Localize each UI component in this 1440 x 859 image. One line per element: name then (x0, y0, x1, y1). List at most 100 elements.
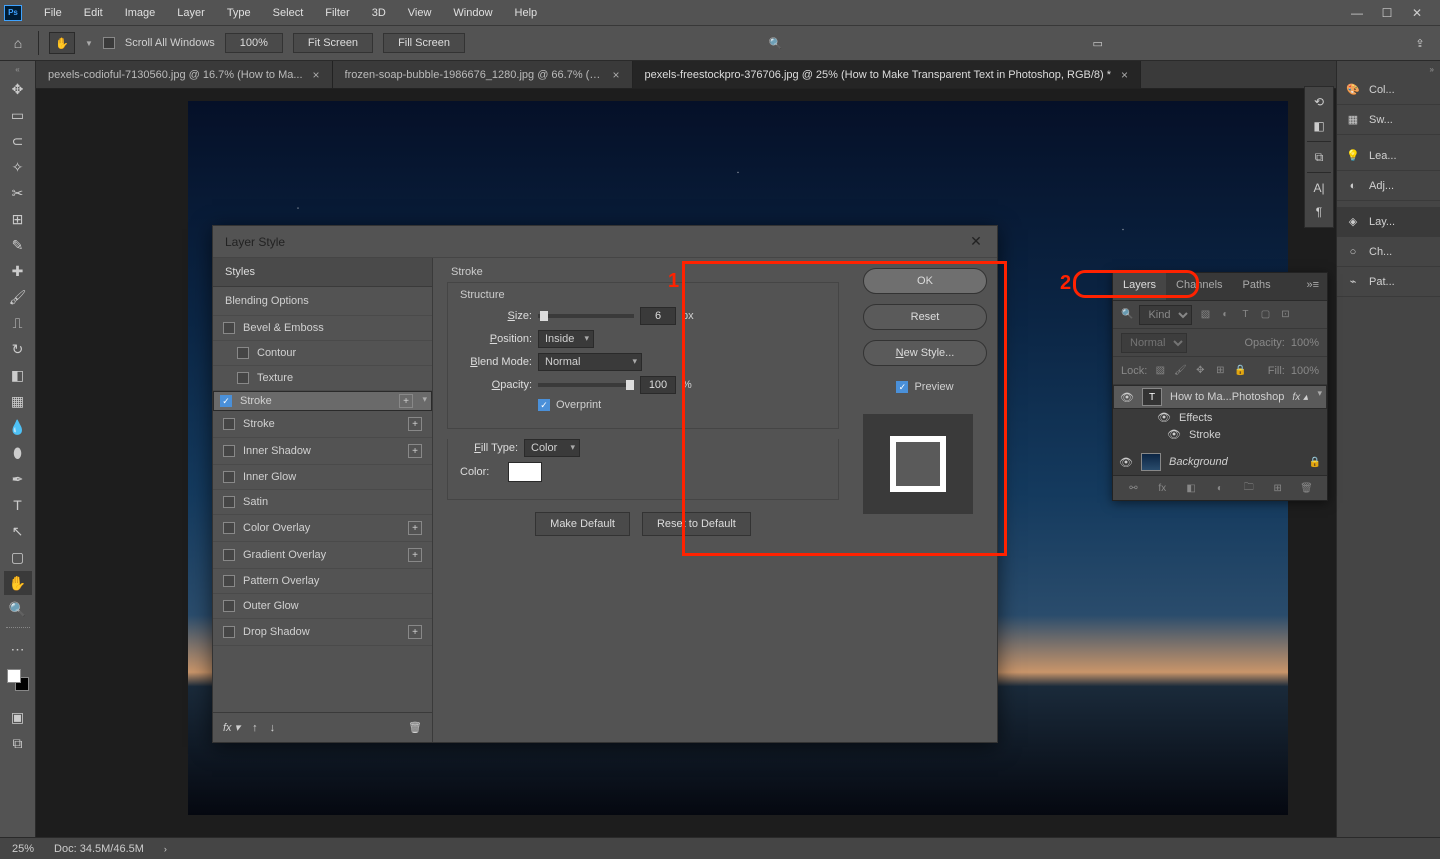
style-checkbox[interactable]: ✓ (220, 395, 232, 407)
menu-view[interactable]: View (398, 4, 442, 22)
shape-tool[interactable]: ▢ (4, 545, 32, 569)
adjustment-layer-icon[interactable]: ◐ (1213, 481, 1227, 495)
layer-mask-icon[interactable]: ◧ (1184, 481, 1198, 495)
home-icon[interactable]: ⌂ (8, 34, 28, 52)
close-window-button[interactable]: ✕ (1406, 4, 1428, 22)
overprint-checkbox[interactable]: ✓ (538, 399, 550, 411)
position-select[interactable]: Inside (538, 330, 594, 348)
marquee-tool[interactable]: ▭ (4, 103, 32, 127)
style-checkbox[interactable] (237, 372, 249, 384)
style-checkbox[interactable] (223, 600, 235, 612)
blending-options-item[interactable]: Blending Options (213, 287, 432, 316)
share-icon[interactable]: ⇪ (1408, 32, 1432, 54)
visibility-icon[interactable]: 👁 (1119, 456, 1133, 469)
zoom-tool[interactable]: 🔍 (4, 597, 32, 621)
fx-icon[interactable]: fx ▾ (223, 721, 240, 734)
opacity-slider[interactable] (538, 383, 634, 387)
style-item-color-overlay[interactable]: Color Overlay+ (213, 515, 432, 542)
fit-screen-button[interactable]: Fit Screen (293, 33, 373, 53)
screen-mode-tool[interactable]: ⧉ (4, 731, 32, 755)
layer-stroke-row[interactable]: 👁 Stroke (1113, 426, 1327, 443)
style-item-inner-shadow[interactable]: Inner Shadow+ (213, 438, 432, 465)
add-effect-icon[interactable]: + (408, 625, 422, 639)
style-checkbox[interactable] (223, 522, 235, 534)
add-effect-icon[interactable]: + (408, 521, 422, 535)
document-tab-1[interactable]: frozen-soap-bubble-1986676_1280.jpg @ 66… (333, 61, 633, 88)
filter-smart-icon[interactable]: ⊡ (1278, 308, 1292, 322)
ok-button[interactable]: OK (863, 268, 987, 294)
visibility-icon[interactable]: 👁 (1157, 411, 1171, 424)
character-icon[interactable]: A| (1307, 177, 1331, 199)
quick-mask-tool[interactable]: ▣ (4, 705, 32, 729)
move-down-icon[interactable]: ↓ (270, 722, 276, 734)
new-style-button[interactable]: New Style... (863, 340, 987, 366)
style-checkbox[interactable] (223, 575, 235, 587)
move-tool[interactable]: ✥ (4, 77, 32, 101)
fx-badge[interactable]: fx ▴ (1292, 392, 1308, 403)
visibility-icon[interactable]: 👁 (1120, 391, 1134, 404)
filter-type-icon[interactable]: T (1238, 308, 1252, 322)
close-icon[interactable]: × (1121, 68, 1128, 82)
style-item-stroke[interactable]: Stroke+ (213, 411, 432, 438)
menu-type[interactable]: Type (217, 4, 261, 22)
frame-tool[interactable]: ⊞ (4, 207, 32, 231)
style-checkbox[interactable] (223, 418, 235, 430)
filter-adjust-icon[interactable]: ◐ (1218, 308, 1232, 322)
layer-row-background[interactable]: 👁 Background 🔒 (1113, 449, 1327, 475)
blend-mode-select[interactable]: Normal (538, 353, 642, 371)
add-effect-icon[interactable]: + (408, 417, 422, 431)
glyphs-icon[interactable]: ⧉ (1307, 146, 1331, 168)
group-icon[interactable]: 🗀 (1242, 481, 1256, 495)
style-item-contour[interactable]: Contour (213, 341, 432, 366)
pen-tool[interactable]: ✒ (4, 467, 32, 491)
lock-all-icon[interactable]: 🔒 (1233, 364, 1247, 378)
style-item-inner-glow[interactable]: Inner Glow (213, 465, 432, 490)
panel-menu-icon[interactable]: »≡ (1298, 273, 1327, 300)
history-brush-tool[interactable]: ↻ (4, 337, 32, 361)
doc-size[interactable]: Doc: 34.5M/46.5M (54, 843, 144, 855)
style-checkbox[interactable] (223, 549, 235, 561)
style-checkbox[interactable] (223, 471, 235, 483)
reset-to-default-button[interactable]: Reset to Default (642, 512, 751, 536)
style-item-texture[interactable]: Texture (213, 366, 432, 391)
menu-file[interactable]: File (34, 4, 72, 22)
panel-layers[interactable]: ◈Lay... (1337, 207, 1440, 237)
style-item-pattern-overlay[interactable]: Pattern Overlay (213, 569, 432, 594)
new-layer-icon[interactable]: ⊞ (1271, 481, 1285, 495)
preview-checkbox[interactable]: ✓ (896, 381, 908, 393)
maximize-button[interactable]: ☐ (1376, 4, 1398, 22)
style-item-outer-glow[interactable]: Outer Glow (213, 594, 432, 619)
path-select-tool[interactable]: ↖ (4, 519, 32, 543)
rectangle-icon[interactable]: ▭ (1086, 32, 1110, 54)
add-effect-icon[interactable]: + (408, 548, 422, 562)
delete-layer-icon[interactable]: 🗑 (1299, 481, 1313, 495)
hand-tool[interactable]: ✋ (4, 571, 32, 595)
style-item-drop-shadow[interactable]: Drop Shadow+ (213, 619, 432, 646)
scroll-all-windows-checkbox[interactable] (103, 37, 115, 49)
lock-position-icon[interactable]: ✥ (1193, 364, 1207, 378)
layer-effects-row[interactable]: 👁 Effects (1113, 409, 1327, 426)
tab-channels[interactable]: Channels (1166, 273, 1232, 300)
panel-color[interactable]: 🎨Col... (1337, 75, 1440, 105)
blend-mode-select[interactable]: Normal (1121, 333, 1187, 353)
properties-icon[interactable]: ◧ (1307, 115, 1331, 137)
stamp-tool[interactable]: ⎍ (4, 311, 32, 335)
reset-button[interactable]: Reset (863, 304, 987, 330)
kind-filter[interactable]: Kind (1139, 305, 1192, 325)
edit-toolbar[interactable]: ⋯ (4, 637, 32, 661)
style-checkbox[interactable] (223, 322, 235, 334)
blur-tool[interactable]: 💧 (4, 415, 32, 439)
move-up-icon[interactable]: ↑ (252, 722, 258, 734)
filter-shape-icon[interactable]: ▢ (1258, 308, 1272, 322)
close-icon[interactable]: × (613, 68, 620, 82)
opacity-value[interactable]: 100% (1291, 337, 1319, 349)
opacity-input[interactable]: 100 (640, 376, 676, 394)
styles-header[interactable]: Styles (213, 258, 432, 287)
style-item-bevel-emboss[interactable]: Bevel & Emboss (213, 316, 432, 341)
document-tab-2[interactable]: pexels-freestockpro-376706.jpg @ 25% (Ho… (633, 61, 1142, 88)
close-icon[interactable]: × (313, 68, 320, 82)
dialog-close-button[interactable]: ✕ (967, 233, 985, 251)
brush-tool[interactable]: 🖌 (4, 285, 32, 309)
visibility-icon[interactable]: 👁 (1167, 428, 1181, 441)
menu-filter[interactable]: Filter (315, 4, 359, 22)
